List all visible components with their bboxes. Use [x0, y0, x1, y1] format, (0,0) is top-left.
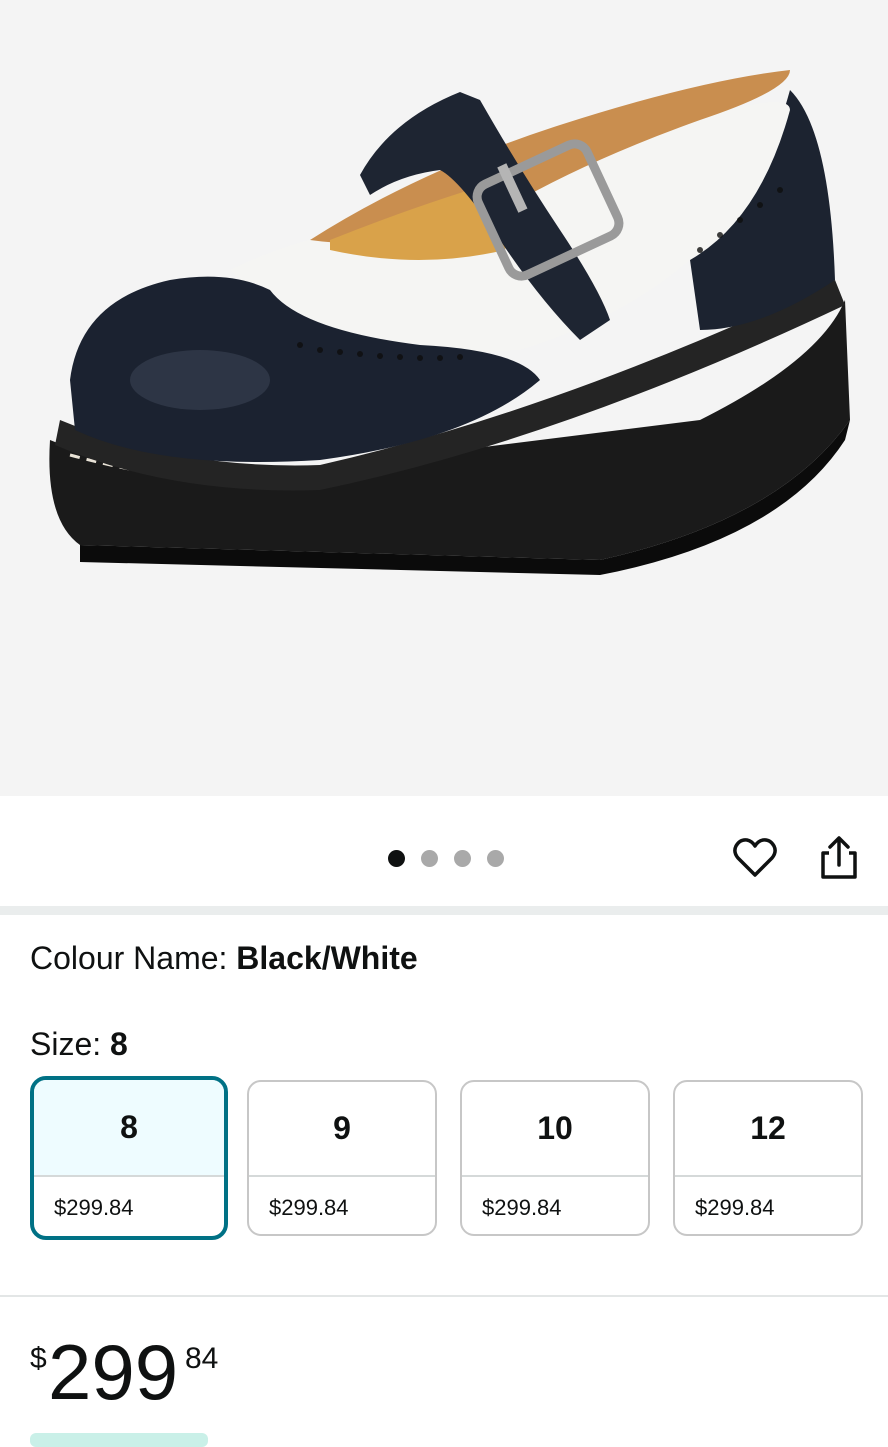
colour-value: Black/White	[236, 940, 418, 976]
size-option-label: 9	[249, 1082, 435, 1177]
shoe-illustration	[49, 70, 850, 575]
size-option-9[interactable]: 9 $299.84	[247, 1080, 437, 1236]
heart-icon	[733, 838, 777, 877]
size-option-price: $299.84	[269, 1194, 349, 1220]
carousel-dot-3[interactable]	[454, 850, 471, 867]
size-option-price: $299.84	[695, 1194, 775, 1220]
size-name: Size: 8	[30, 1026, 128, 1063]
size-option-price: $299.84	[482, 1194, 562, 1220]
price-whole: 299	[48, 1328, 179, 1416]
size-option-label: 8	[34, 1080, 224, 1177]
share-button[interactable]	[811, 830, 867, 886]
carousel-dot-4[interactable]	[487, 850, 504, 867]
section-divider	[0, 906, 888, 915]
carousel-dot-1[interactable]	[388, 850, 405, 867]
size-option-label: 10	[462, 1082, 648, 1177]
carousel-dot-2[interactable]	[421, 850, 438, 867]
price-fraction: 84	[185, 1342, 219, 1375]
carousel-indicator[interactable]	[388, 850, 504, 868]
size-option-10[interactable]: 10 $299.84	[460, 1080, 650, 1236]
size-value: 8	[110, 1026, 128, 1062]
size-option-price: $299.84	[54, 1194, 134, 1220]
wishlist-button[interactable]	[727, 830, 783, 886]
size-option-label: 12	[675, 1082, 861, 1177]
price-divider	[0, 1295, 888, 1297]
colour-label: Colour Name:	[30, 940, 237, 976]
size-label: Size:	[30, 1026, 111, 1062]
price-currency-symbol: $	[30, 1342, 47, 1375]
share-icon	[821, 836, 857, 879]
size-option-8[interactable]: 8 $299.84	[30, 1076, 228, 1240]
deal-badge	[30, 1433, 208, 1447]
colour-name: Colour Name: Black/White	[30, 940, 418, 977]
size-option-12[interactable]: 12 $299.84	[673, 1080, 863, 1236]
product-image[interactable]	[0, 0, 888, 796]
